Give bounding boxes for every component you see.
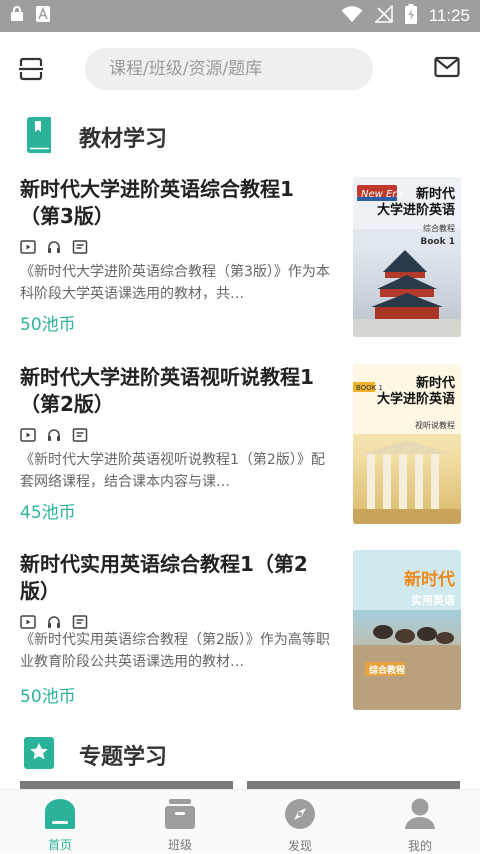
class-box-icon xyxy=(165,798,195,829)
cover-subtitle: 综合教程 xyxy=(423,224,455,233)
tab-label: 首页 xyxy=(47,838,72,852)
book-card[interactable]: 新时代大学进阶英语视听说教程1（第2版） 《新时代大学进阶英语视听说教程1（第2… xyxy=(0,364,480,530)
resource-icons xyxy=(20,427,88,447)
cover-label: 综合教程 xyxy=(369,666,406,676)
resource-icons xyxy=(20,239,88,259)
tab-label: 班级 xyxy=(167,838,192,852)
book-title: 新时代实用英语综合教程1（第2版） xyxy=(20,552,308,603)
book-card[interactable]: 新时代实用英语综合教程1（第2版） 《新时代实用英语综合教程（第2版）》作为高等… xyxy=(0,550,480,717)
status-bar: 11:25 xyxy=(0,0,480,32)
mail-icon[interactable] xyxy=(434,56,460,82)
section-title: 专题学习 xyxy=(79,745,168,770)
book-description: 《新时代实用英语综合教程（第2版）》作为高等职业教育阶段公共英语课选用的教材… xyxy=(20,632,330,670)
cover-subtitle: 视听说教程 xyxy=(415,421,455,430)
book-description: 《新时代大学进阶英语视听说教程1（第2版）》配套网络课程，结合课本内容与课… xyxy=(20,452,325,490)
cover-label: BOOK 1 xyxy=(356,384,383,392)
star-bookmark-icon xyxy=(24,737,54,773)
book-price: 45池币 xyxy=(20,503,76,523)
tab-label: 我的 xyxy=(407,839,432,853)
book-cover[interactable]: 新时代 大学进阶英语 综合教程 Book 1 New Era xyxy=(353,177,461,337)
clock: 11:25 xyxy=(428,6,470,25)
topic-thumbnail[interactable] xyxy=(20,781,233,789)
cover-heading: 新时代 xyxy=(404,570,455,590)
top-bar xyxy=(0,32,480,106)
book-card[interactable]: 新时代大学进阶英语综合教程1（第3版） 《新时代大学进阶英语综合教程（第3版）》… xyxy=(0,176,480,342)
tab-profile[interactable]: 我的 xyxy=(360,790,480,853)
book-icon xyxy=(24,117,54,157)
font-notification-icon xyxy=(36,6,50,26)
tab-class[interactable]: 班级 xyxy=(120,790,240,853)
cover-heading: 新时代 大学进阶英语 xyxy=(376,376,455,407)
home-icon xyxy=(44,798,76,829)
audio-icon xyxy=(46,239,62,259)
section-header-topic: 专题学习 xyxy=(0,733,480,773)
lock-notification-icon xyxy=(10,6,24,26)
book-cover[interactable]: 新时代 实用英语 综合教程 xyxy=(353,550,461,710)
section-title: 教材学习 xyxy=(79,127,168,152)
wifi-icon xyxy=(341,5,363,27)
search-bar[interactable] xyxy=(85,48,373,90)
cover-brand: New Era xyxy=(361,189,403,200)
audio-icon xyxy=(46,427,62,447)
tab-label: 发现 xyxy=(287,839,312,853)
cover-label: Book 1 xyxy=(420,237,455,247)
book-price: 50池币 xyxy=(20,687,76,707)
topic-thumbnail[interactable] xyxy=(247,781,460,789)
book-cover[interactable]: 新时代 大学进阶英语 视听说教程 BOOK 1 xyxy=(353,364,461,524)
compass-icon xyxy=(284,798,316,830)
tab-discover[interactable]: 发现 xyxy=(240,790,360,853)
video-icon xyxy=(20,427,36,447)
search-input[interactable] xyxy=(109,59,349,79)
video-icon xyxy=(20,239,36,259)
cover-subtitle: 实用英语 xyxy=(411,594,455,607)
section-header-textbook: 教材学习 xyxy=(0,115,480,155)
scan-icon[interactable] xyxy=(18,56,44,86)
bottom-tab-bar: 首页 班级 发现 我的 xyxy=(0,789,480,853)
document-icon xyxy=(72,427,88,447)
document-icon xyxy=(72,239,88,259)
no-signal-icon xyxy=(373,4,393,27)
tab-home[interactable]: 首页 xyxy=(0,790,120,853)
book-price: 50池币 xyxy=(20,315,76,335)
battery-charging-icon xyxy=(404,4,417,28)
book-title: 新时代大学进阶英语综合教程1（第3版） xyxy=(20,177,294,228)
book-description: 《新时代大学进阶英语综合教程（第3版）》作为本科阶段大学英语课选用的教材，共… xyxy=(20,264,330,302)
book-title: 新时代大学进阶英语视听说教程1（第2版） xyxy=(20,365,314,416)
user-icon xyxy=(405,798,435,830)
